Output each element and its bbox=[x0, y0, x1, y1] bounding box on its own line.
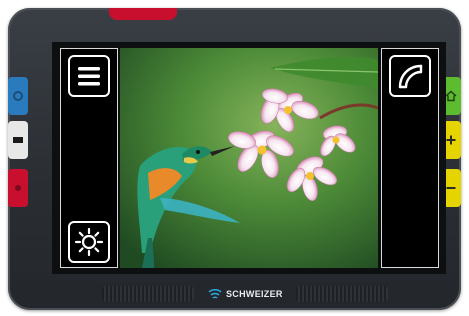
dot-icon bbox=[15, 185, 21, 191]
speaker-right bbox=[296, 286, 388, 302]
wave-logo-icon bbox=[208, 289, 222, 299]
minus-icon bbox=[446, 187, 456, 189]
white-button[interactable] bbox=[8, 121, 28, 159]
speaker-left bbox=[102, 286, 194, 302]
right-control-panel bbox=[381, 48, 439, 268]
curve-button[interactable] bbox=[389, 55, 431, 97]
display-screen bbox=[52, 42, 446, 274]
circle-icon bbox=[13, 91, 23, 101]
brightness-icon bbox=[74, 227, 104, 257]
home-icon bbox=[445, 90, 457, 102]
brand-logo: SCHWEIZER bbox=[208, 289, 283, 299]
left-control-panel bbox=[60, 48, 118, 268]
brand-name: SCHWEIZER bbox=[226, 289, 283, 299]
blue-button[interactable] bbox=[8, 77, 28, 115]
plus-icon bbox=[446, 135, 456, 145]
magnifier-device: SCHWEIZER bbox=[8, 8, 461, 310]
red-button[interactable] bbox=[8, 169, 28, 207]
magnified-photo bbox=[120, 48, 378, 268]
top-power-key[interactable] bbox=[109, 8, 177, 20]
brightness-button[interactable] bbox=[68, 221, 110, 263]
menu-button[interactable] bbox=[68, 55, 110, 97]
menu-icon bbox=[78, 67, 100, 86]
rectangle-icon bbox=[13, 137, 23, 143]
curve-icon bbox=[398, 64, 423, 89]
